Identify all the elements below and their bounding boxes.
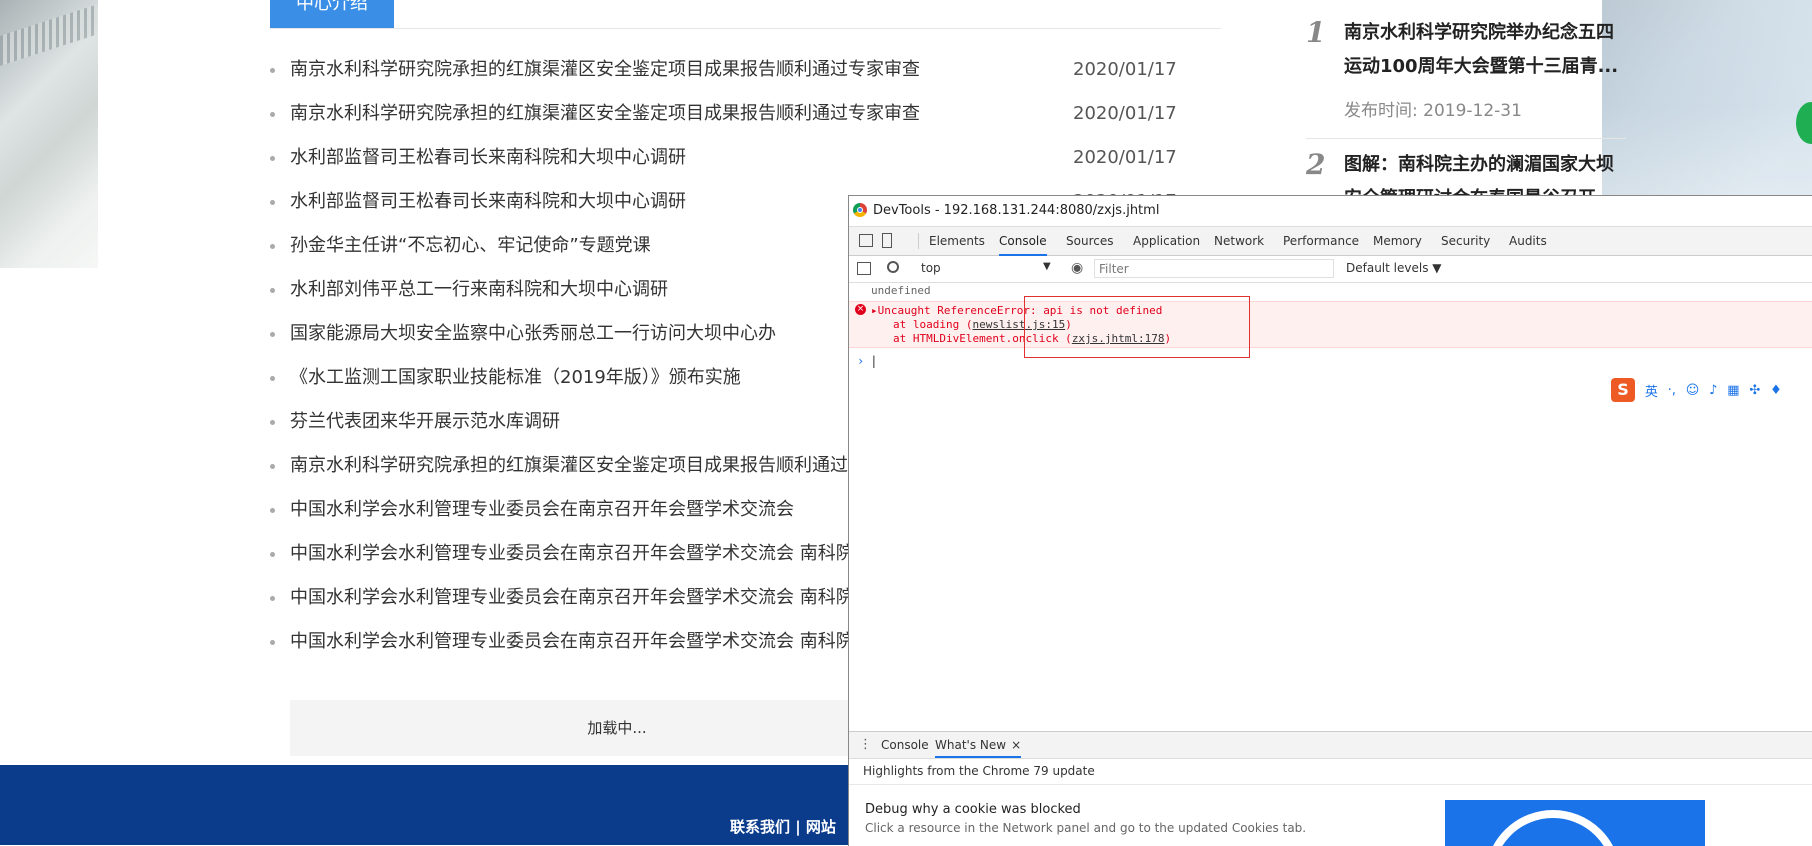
news-date: 2020/01/17 [1073, 103, 1177, 124]
punctuation-icon[interactable]: ·, [1668, 383, 1676, 398]
news-item[interactable]: 水利部监督司王松春司长来南科院和大坝中心调研 2020/01/17 [270, 138, 1177, 182]
bullet [270, 288, 275, 293]
text-cursor: | [870, 354, 878, 368]
news-title[interactable]: 南京水利科学研究院承担的红旗渠灌区安全鉴定项目成果报告顺利通过专家审查 [290, 94, 920, 134]
tab-network[interactable]: Network [1214, 227, 1264, 255]
bullet [270, 596, 275, 601]
drawer-tab-whats-new[interactable]: What's New × [935, 732, 1022, 758]
drawer-tabbar: ⋮ Console What's New × [849, 732, 1812, 759]
tab-performance[interactable]: Performance [1283, 227, 1359, 255]
ime-language-toggle[interactable]: 英 [1645, 381, 1658, 400]
tab-console[interactable]: Console [999, 227, 1047, 256]
background-photo-left [0, 0, 98, 268]
console-prompt[interactable]: › | [857, 354, 1812, 368]
whats-new-header: Highlights from the Chrome 79 update [849, 759, 1812, 785]
load-more-button[interactable]: 加载中... [290, 700, 944, 756]
whats-new-item-title[interactable]: Debug why a cookie was blocked [865, 802, 1081, 817]
sidebar-toggle-icon[interactable] [857, 262, 871, 275]
console-error: × ▸Uncaught ReferenceError: api is not d… [849, 301, 1812, 348]
chevron-down-icon[interactable]: ▼ [1043, 261, 1051, 272]
hot-title[interactable]: 南京水利科学研究院举办纪念五四运动100周年大会暨第十三届青... [1344, 16, 1626, 84]
bullet [270, 68, 275, 73]
bullet [270, 200, 275, 205]
bullet [270, 112, 275, 117]
news-title[interactable]: 国家能源局大坝安全监察中心张秀丽总工一行访问大坝中心办 [290, 314, 776, 354]
news-date: 2020/01/17 [1073, 59, 1177, 80]
tab-audits[interactable]: Audits [1509, 227, 1547, 255]
hot-rank: 2 [1306, 148, 1326, 181]
devtools-titlebar[interactable]: DevTools - 192.168.131.244:8080/zxjs.jht… [849, 196, 1812, 227]
devtools-title: DevTools - 192.168.131.244:8080/zxjs.jht… [873, 203, 1160, 218]
stack-frame-text: at loading ( [893, 318, 973, 331]
clear-console-icon[interactable] [887, 261, 899, 273]
news-title[interactable]: 中国水利学会水利管理专业委员会在南京召开年会暨学术交流会 南科院主办... [290, 578, 907, 618]
eye-icon[interactable]: ◉ [1071, 260, 1083, 276]
tab-application[interactable]: Application [1133, 227, 1200, 255]
tab-memory[interactable]: Memory [1373, 227, 1422, 255]
whats-new-thumbnail[interactable] [1445, 800, 1705, 846]
console-toolbar: top ▼ ◉ Filter Default levels ▼ [849, 256, 1812, 283]
bullet [270, 420, 275, 425]
devtools-tabbar: Elements Console Sources Application Net… [849, 227, 1812, 256]
tab-sources[interactable]: Sources [1066, 227, 1113, 255]
toolbox-icon[interactable]: ✣ [1749, 383, 1760, 398]
ime-toolbar[interactable]: S 英 ·, ☺ ♪ ▦ ✣ ♦ [1611, 378, 1782, 404]
bullet [270, 376, 275, 381]
sogou-logo-icon[interactable]: S [1611, 378, 1635, 402]
footer-links[interactable]: 联系我们 | 网站 [730, 816, 836, 837]
news-title[interactable]: 《水工监测工国家职业技能标准（2019年版）》颁布实施 [290, 358, 741, 398]
news-title[interactable]: 中国水利学会水利管理专业委员会在南京召开年会暨学术交流会 [290, 490, 794, 530]
device-toolbar-icon[interactable] [882, 233, 892, 248]
microphone-icon[interactable]: ♪ [1709, 383, 1717, 398]
log-levels-dropdown[interactable]: Default levels ▼ [1346, 261, 1442, 275]
news-title[interactable]: 水利部监督司王松春司长来南科院和大坝中心调研 [290, 138, 686, 178]
emoji-icon[interactable]: ☺ [1686, 383, 1700, 398]
error-icon: × [855, 304, 866, 315]
prompt-caret: › [857, 354, 865, 368]
news-title[interactable]: 芬兰代表团来华开展示范水库调研 [290, 402, 560, 442]
skin-icon[interactable]: ♦ [1770, 383, 1782, 398]
chrome-icon [853, 203, 867, 217]
close-icon[interactable]: × [1011, 738, 1021, 752]
bullet [270, 508, 275, 513]
drawer-tab-console[interactable]: Console [881, 732, 929, 758]
news-title[interactable]: 孙金华主任讲“不忘初心、牢记使命”专题党课 [290, 226, 651, 266]
news-item[interactable]: 南京水利科学研究院承担的红旗渠灌区安全鉴定项目成果报告顺利通过专家审查 2020/… [270, 94, 1177, 138]
divider [1306, 138, 1626, 139]
bullet [270, 244, 275, 249]
section-divider [270, 28, 1221, 29]
hot-publish-time: 发布时间: 2019-12-31 [1344, 101, 1522, 121]
news-title[interactable]: 南京水利科学研究院承担的红旗渠灌区安全鉴定项目成果报告顺利通过专家审查 [290, 446, 920, 486]
whats-new-item-description: Click a resource in the Network panel an… [865, 821, 1307, 835]
annotation-highlight-box [1024, 296, 1250, 358]
keyboard-icon[interactable]: ▦ [1727, 383, 1739, 398]
hot-rank: 1 [1306, 16, 1326, 49]
news-title[interactable]: 水利部刘伟平总工一行来南科院和大坝中心调研 [290, 270, 668, 310]
bullet [270, 640, 275, 645]
bullet [270, 156, 275, 161]
news-date: 2020/01/17 [1073, 147, 1177, 168]
bullet [270, 464, 275, 469]
separator [918, 233, 919, 249]
news-item[interactable]: 南京水利科学研究院承担的红旗渠灌区安全鉴定项目成果报告顺利通过专家审查 2020/… [270, 50, 1177, 94]
news-title[interactable]: 中国水利学会水利管理专业委员会在南京召开年会暨学术交流会 南科院主办... [290, 622, 907, 662]
tab-security[interactable]: Security [1441, 227, 1490, 255]
tab-elements[interactable]: Elements [929, 227, 985, 255]
context-selector[interactable]: top [921, 261, 941, 275]
news-title[interactable]: 中国水利学会水利管理专业委员会在南京召开年会暨学术交流会 南科院主办... [290, 534, 907, 574]
inspect-element-icon[interactable] [859, 234, 873, 247]
section-tab[interactable]: 中心介绍 [270, 0, 394, 29]
devtools-drawer: ⋮ Console What's New × Highlights from th… [849, 731, 1812, 846]
expand-triangle-icon[interactable]: ▸ [871, 304, 878, 317]
bullet [270, 332, 275, 337]
bullet [270, 552, 275, 557]
more-tools-icon[interactable]: ⋮ [859, 737, 872, 752]
news-title[interactable]: 水利部监督司王松春司长来南科院和大坝中心调研 [290, 182, 686, 222]
devtools-window: DevTools - 192.168.131.244:8080/zxjs.jht… [848, 195, 1812, 846]
console-log-line: undefined [871, 284, 931, 297]
filter-input[interactable]: Filter [1094, 259, 1334, 278]
news-title[interactable]: 南京水利科学研究院承担的红旗渠灌区安全鉴定项目成果报告顺利通过专家审查 [290, 50, 920, 90]
drawer-tab-label: What's New [935, 738, 1007, 752]
